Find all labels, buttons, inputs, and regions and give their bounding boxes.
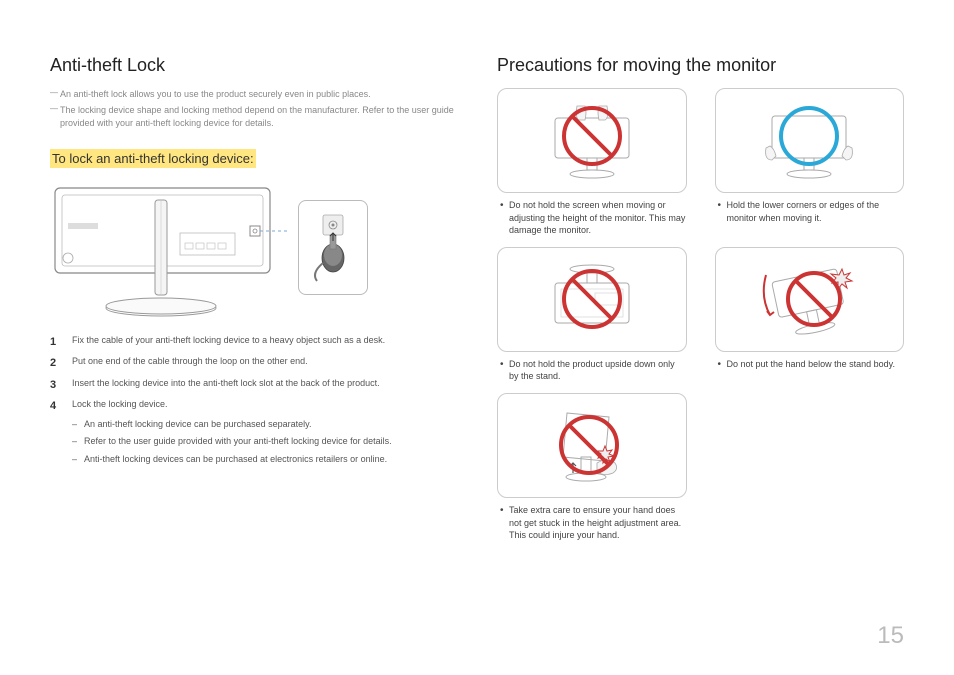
monitor-diagram (50, 178, 290, 318)
left-column: Anti-theft Lock An anti-theft lock allow… (50, 55, 457, 615)
precaution-text: Do not hold the product upside down only… (497, 358, 687, 383)
substeps-list: An anti-theft locking device can be purc… (72, 418, 457, 467)
step-item: Lock the locking device. An anti-theft l… (50, 398, 457, 466)
precaution-caption: Do not hold the product upside down only… (497, 358, 687, 383)
precaution-item: Do not put the hand below the stand body… (715, 247, 905, 383)
precaution-item: Do not hold the screen when moving or ad… (497, 88, 687, 237)
precaution-illustration (715, 247, 905, 352)
step-text: Lock the locking device. (72, 399, 168, 409)
step-item: Insert the locking device into the anti-… (50, 377, 457, 391)
intro-item: The locking device shape and locking met… (50, 104, 457, 131)
precaution-grid: Do not hold the screen when moving or ad… (497, 88, 904, 542)
substep-item: Anti-theft locking devices can be purcha… (72, 453, 457, 467)
precaution-illustration (497, 247, 687, 352)
substep-item: Refer to the user guide provided with yo… (72, 435, 457, 449)
precaution-item: Take extra care to ensure your hand does… (497, 393, 687, 542)
page-columns: Anti-theft Lock An anti-theft lock allow… (50, 55, 904, 615)
lock-detail-diagram (298, 200, 368, 295)
substep-item: An anti-theft locking device can be purc… (72, 418, 457, 432)
steps-list: Fix the cable of your anti-theft locking… (50, 334, 457, 467)
right-column: Precautions for moving the monitor (497, 55, 904, 615)
precaution-item: Do not hold the product upside down only… (497, 247, 687, 383)
section-title-right: Precautions for moving the monitor (497, 55, 904, 76)
step-item: Fix the cable of your anti-theft locking… (50, 334, 457, 348)
precaution-caption: Take extra care to ensure your hand does… (497, 504, 687, 542)
section-title-left: Anti-theft Lock (50, 55, 457, 76)
precaution-text: Do not hold the screen when moving or ad… (497, 199, 687, 237)
precaution-text: Take extra care to ensure your hand does… (497, 504, 687, 542)
precaution-caption: Do not hold the screen when moving or ad… (497, 199, 687, 237)
precaution-illustration (497, 88, 687, 193)
step-item: Put one end of the cable through the loo… (50, 355, 457, 369)
subheading-highlight: To lock an anti-theft locking device: (50, 149, 256, 168)
precaution-text: Do not put the hand below the stand body… (715, 358, 905, 371)
page-number: 15 (877, 622, 904, 650)
precaution-illustration (715, 88, 905, 193)
precaution-caption: Hold the lower corners or edges of the m… (715, 199, 905, 224)
precaution-item: Hold the lower corners or edges of the m… (715, 88, 905, 237)
precaution-illustration (497, 393, 687, 498)
precaution-text: Hold the lower corners or edges of the m… (715, 199, 905, 224)
precaution-caption: Do not put the hand below the stand body… (715, 358, 905, 371)
diagram-row (50, 178, 457, 318)
intro-list: An anti-theft lock allows you to use the… (50, 88, 457, 131)
intro-item: An anti-theft lock allows you to use the… (50, 88, 457, 102)
